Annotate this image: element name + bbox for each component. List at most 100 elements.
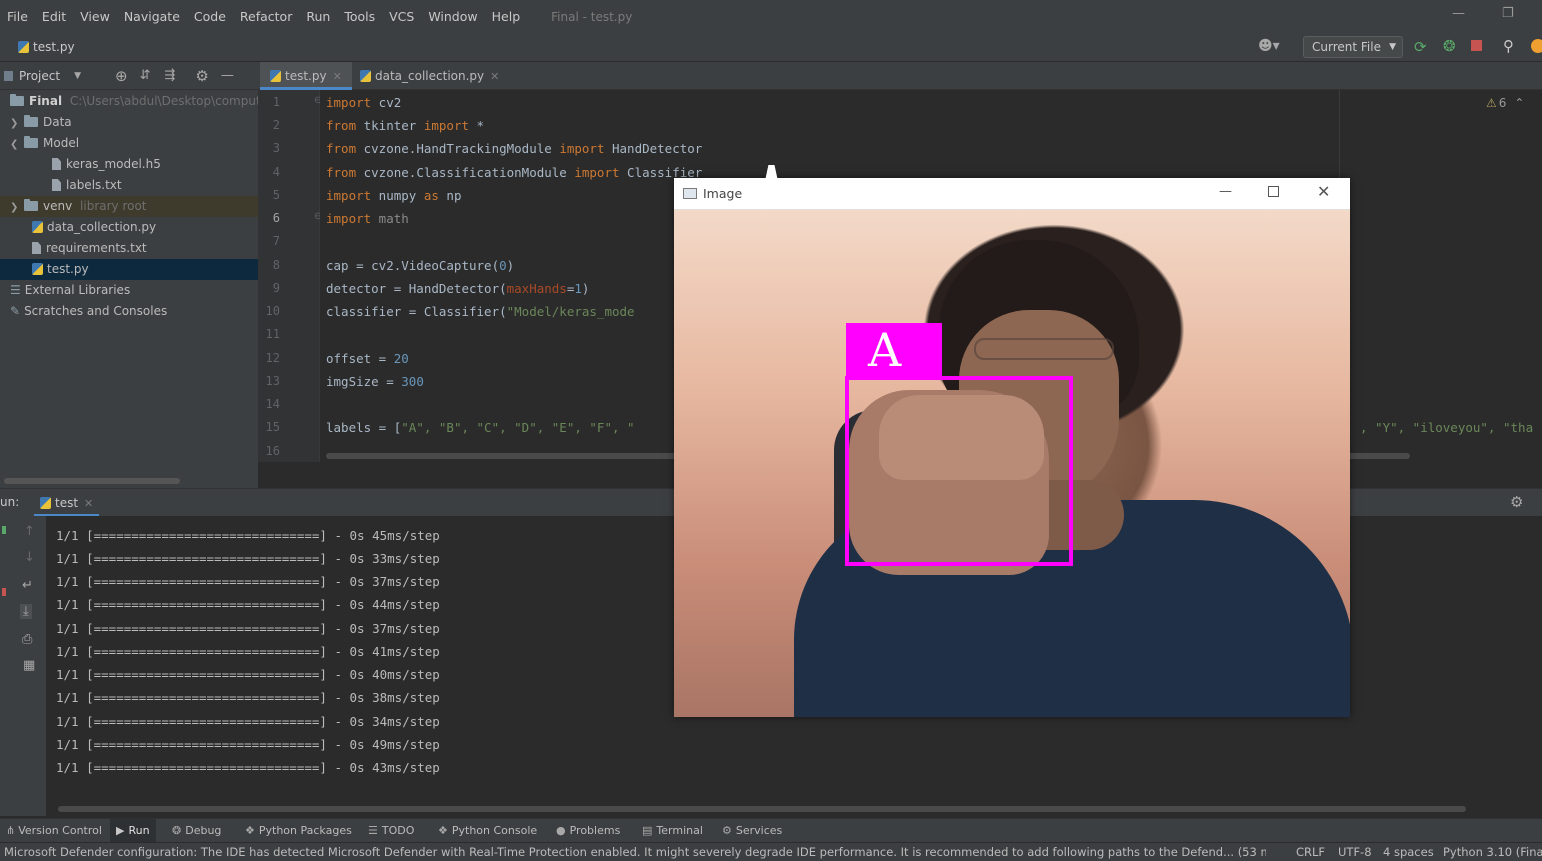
run-tab-test[interactable]: test ✕	[34, 489, 100, 517]
locate-icon[interactable]: ⊕	[115, 67, 128, 85]
chevron-right-icon[interactable]: ❯	[10, 113, 24, 134]
maximize-icon[interactable]	[1268, 186, 1279, 197]
tool-version-control[interactable]: ⋔ Version Control	[6, 819, 102, 843]
expand-all-icon[interactable]: ⇵	[140, 68, 151, 83]
image-window[interactable]: Image — ✕ A	[674, 178, 1350, 717]
tree-item-data[interactable]: ❯ Data	[0, 112, 258, 133]
restore-icon[interactable]: ❐	[1502, 6, 1514, 21]
hide-icon[interactable]: —	[221, 68, 234, 83]
tool-label: Version Control	[18, 824, 102, 837]
tab-data-collection[interactable]: data_collection.py ✕	[350, 62, 509, 90]
menu-window[interactable]: Window	[421, 0, 484, 34]
code-line: import math	[326, 207, 409, 230]
gear-icon[interactable]: ⚙	[1510, 493, 1523, 511]
tree-item-labels[interactable]: labels.txt	[0, 175, 258, 196]
menu-code[interactable]: Code	[187, 0, 233, 34]
tree-label: labels.txt	[66, 178, 122, 192]
user-icon[interactable]: ☻▾	[1258, 38, 1280, 54]
progress-bar-text: [==============================]	[86, 737, 327, 752]
tool-python-packages[interactable]: ❖ Python Packages	[245, 819, 352, 843]
step-count: 1/1	[56, 621, 79, 636]
gear-icon[interactable]: ⚙	[195, 67, 208, 85]
tool-terminal[interactable]: ▤ Terminal	[642, 819, 703, 843]
run-config-selector[interactable]: Current File ▼	[1303, 36, 1403, 58]
python-interpreter[interactable]: Python 3.10 (Final	[1443, 843, 1542, 861]
menu-edit[interactable]: Edit	[35, 0, 73, 34]
step-count: 1/1	[56, 667, 79, 682]
tool-python-console[interactable]: ❖ Python Console	[438, 819, 537, 843]
tool-run[interactable]: ▶ Run	[110, 819, 156, 843]
tool-todo[interactable]: ☰ TODO	[368, 819, 414, 843]
tree-item-venv[interactable]: ❯ venv library root	[0, 196, 258, 217]
folder-icon	[10, 94, 24, 106]
debug-icon[interactable]: ❂	[1443, 37, 1456, 55]
warning-count: 6	[1498, 96, 1507, 110]
print-icon[interactable]: ⎙	[22, 632, 32, 647]
soft-wrap-icon[interactable]: ↵	[22, 578, 33, 593]
close-icon[interactable]: ✕	[1317, 182, 1330, 201]
tree-root[interactable]: Final C:\Users\abdul\Desktop\computer	[0, 91, 273, 112]
tree-item-external-libraries[interactable]: ☰ External Libraries	[0, 280, 258, 301]
tool-problems[interactable]: ● Problems	[556, 819, 620, 843]
file-encoding[interactable]: UTF-8	[1338, 843, 1372, 861]
menu-file[interactable]: File	[0, 0, 35, 34]
line-separator[interactable]: CRLF	[1296, 843, 1325, 861]
warning-indicator[interactable]: ⚠ 6 ⌃	[1486, 96, 1524, 110]
menu-refactor[interactable]: Refactor	[233, 0, 299, 34]
menu-help[interactable]: Help	[485, 0, 528, 34]
step-time: 0s 44ms/step	[349, 597, 440, 612]
tool-label: Terminal	[656, 824, 703, 837]
chevron-down-icon[interactable]: ▼	[74, 71, 81, 81]
image-window-titlebar[interactable]: Image — ✕	[674, 178, 1350, 210]
code-line-overflow: , "Y", "iloveyou", "tha	[1360, 416, 1533, 439]
horizontal-scrollbar[interactable]	[4, 478, 180, 484]
menu-vcs[interactable]: VCS	[382, 0, 421, 34]
code-text: detector = HandDetector(	[326, 281, 507, 296]
rerun-icon[interactable]: ⟳	[1414, 38, 1427, 56]
close-icon[interactable]: ✕	[333, 70, 342, 83]
collapse-all-icon[interactable]: ⇶	[164, 68, 175, 83]
arrow-up-icon[interactable]: ↑	[24, 524, 35, 539]
tab-test-py[interactable]: test.py ✕	[260, 62, 352, 90]
rerun-icon[interactable]	[2, 526, 6, 534]
close-icon[interactable]: ✕	[490, 70, 499, 83]
chevron-down-icon[interactable]: ❮	[10, 134, 24, 155]
number: 1	[574, 281, 582, 296]
tree-item-data-collection[interactable]: data_collection.py	[0, 217, 258, 238]
line-number: 15	[265, 420, 280, 434]
update-icon[interactable]	[1531, 39, 1542, 53]
arrow-down-icon[interactable]: ↓	[24, 550, 35, 565]
chevron-up-icon[interactable]: ⌃	[1514, 96, 1524, 110]
breadcrumb[interactable]: test.py	[18, 40, 75, 54]
menu-run[interactable]: Run	[299, 0, 337, 34]
line-number: 8	[272, 258, 280, 272]
chevron-right-icon[interactable]: ❯	[10, 197, 24, 218]
scroll-to-end-icon[interactable]: ⤓	[20, 604, 32, 619]
tree-item-keras[interactable]: keras_model.h5	[0, 154, 258, 175]
minimize-icon[interactable]: —	[1219, 184, 1232, 199]
python-file-icon	[270, 70, 281, 82]
search-icon[interactable]: ⚲	[1503, 37, 1514, 55]
tree-item-model[interactable]: ❮ Model	[0, 133, 258, 154]
status-message[interactable]: Microsoft Defender configuration: The ID…	[4, 843, 1266, 861]
trash-icon[interactable]: ▦	[23, 658, 35, 673]
indent-setting[interactable]: 4 spaces	[1383, 843, 1434, 861]
tool-debug[interactable]: ❂ Debug	[172, 819, 221, 843]
tree-item-requirements[interactable]: requirements.txt	[0, 238, 258, 259]
horizontal-scrollbar[interactable]	[58, 806, 1466, 812]
tree-item-test[interactable]: test.py	[0, 259, 258, 280]
bug-icon: ❂	[172, 824, 182, 837]
menu-navigate[interactable]: Navigate	[117, 0, 187, 34]
line-number: 2	[272, 118, 280, 132]
string: "Model/keras_mode	[506, 304, 635, 319]
menu-tools[interactable]: Tools	[337, 0, 382, 34]
tree-item-scratches[interactable]: ✎ Scratches and Consoles	[0, 301, 258, 322]
tree-label: Scratches and Consoles	[24, 304, 168, 318]
tool-services[interactable]: ⚙ Services	[722, 819, 782, 843]
stop-icon[interactable]	[2, 588, 6, 596]
close-icon[interactable]: ✕	[84, 497, 93, 510]
stop-icon[interactable]	[1471, 40, 1482, 51]
minimize-icon[interactable]: —	[1452, 6, 1465, 21]
project-header-label[interactable]: Project	[19, 69, 60, 83]
menu-view[interactable]: View	[73, 0, 117, 34]
